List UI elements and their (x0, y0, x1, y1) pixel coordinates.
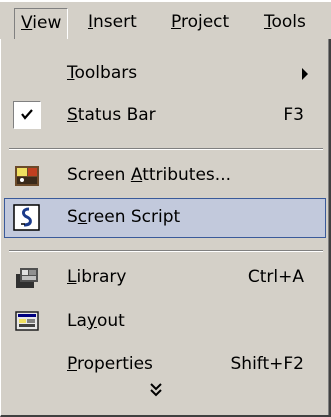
menu-item-properties[interactable]: Properties Shift+F2 (4, 345, 326, 385)
menu-item-library[interactable]: Library Ctrl+A (4, 258, 326, 298)
layout-icon (14, 308, 42, 336)
menu-item-status-bar[interactable]: Status Bar F3 (4, 96, 326, 136)
toolbars-label: Toolbars (67, 63, 138, 83)
checkmark-icon (21, 109, 33, 120)
menu-tools-label: ools (271, 12, 306, 32)
checked-state-box (13, 101, 41, 129)
properties-shortcut: Shift+F2 (230, 354, 304, 374)
layout-label: Layout (67, 311, 125, 331)
menu-bar-edge (0, 0, 331, 2)
status-bar-shortcut: F3 (283, 105, 304, 125)
expand-menu-chevron-icon[interactable] (149, 382, 163, 402)
menu-project[interactable]: Project (171, 11, 229, 35)
menu-insert[interactable]: Insert (88, 11, 137, 35)
menu-project-label: roject (180, 12, 230, 32)
menu-item-screen-attributes[interactable]: Screen Attributes... (4, 156, 326, 196)
submenu-arrow-icon (302, 68, 308, 80)
menu-view-label: iew (32, 13, 62, 33)
menu-shadow (328, 39, 329, 415)
properties-label: Properties (67, 354, 153, 374)
menu-separator (9, 250, 323, 252)
menu-insert-label: nsert (93, 12, 137, 32)
library-shortcut: Ctrl+A (247, 267, 304, 287)
screen-script-icon (13, 204, 41, 232)
screen-attributes-label: Screen Attributes... (67, 165, 232, 185)
menu-item-toolbars[interactable]: Toolbars (4, 54, 326, 94)
screen-script-label: Screen Script (67, 207, 181, 227)
menu-tools-mnemonic: T (264, 12, 272, 32)
library-label: Library (67, 267, 127, 287)
menu-bar: View Insert Project Tools (0, 0, 331, 42)
view-dropdown-menu: Toolbars Status Bar F3 Screen Attributes… (0, 39, 331, 417)
menu-item-screen-script[interactable]: Screen Script (4, 198, 326, 238)
library-icon (14, 264, 42, 292)
menu-view-mnemonic: V (21, 13, 33, 33)
screen-attributes-icon (14, 162, 42, 190)
menu-view[interactable]: View (14, 8, 69, 40)
status-bar-label: Status Bar (67, 105, 156, 125)
menu-tools[interactable]: Tools (264, 11, 306, 35)
menu-item-layout[interactable]: Layout (4, 302, 326, 342)
menu-separator (9, 148, 323, 150)
menu-project-mnemonic: P (171, 12, 181, 32)
